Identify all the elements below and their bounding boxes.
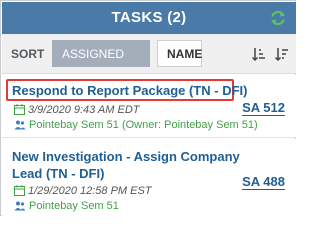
task-date-text: 1/29/2020 12:58 PM EST	[28, 185, 152, 197]
users-icon	[14, 201, 26, 211]
task-owner-text: Pointebay Sem 51 (Owner: Pointebay Sem 5…	[29, 119, 258, 131]
calendar-icon	[14, 185, 25, 196]
task-id-link[interactable]: SA 488	[242, 174, 285, 190]
calendar-icon	[14, 104, 25, 115]
sort-toolbar: SORT ASSIGNED DATE NAME	[2, 34, 296, 88]
task-owner: Pointebay Sem 51	[14, 199, 119, 213]
task-date-text: 3/9/2020 9:43 AM EDT	[28, 104, 140, 116]
refresh-icon[interactable]	[270, 10, 286, 26]
sort-assigned-date-button[interactable]: ASSIGNED DATE	[52, 40, 150, 88]
task-title-link[interactable]: New Investigation - Assign Company Lead …	[12, 148, 242, 182]
task-owner-text: Pointebay Sem 51	[29, 200, 119, 212]
panel-header: TASKS (2)	[2, 2, 296, 34]
task-owner: Pointebay Sem 51 (Owner: Pointebay Sem 5…	[14, 118, 258, 132]
task-item[interactable]: New Investigation - Assign Company Lead …	[2, 139, 296, 216]
sort-label: SORT	[11, 47, 45, 61]
sort-descending-icon[interactable]	[275, 46, 289, 62]
task-item[interactable]: Respond to Report Package (TN - DFI) 3/9…	[2, 75, 296, 138]
task-title-link[interactable]: Respond to Report Package (TN - DFI)	[12, 82, 247, 99]
task-date: 3/9/2020 9:43 AM EDT	[14, 103, 140, 117]
task-id-link[interactable]: SA 512	[242, 100, 285, 116]
panel-title: TASKS (2)	[111, 9, 187, 26]
task-date: 1/29/2020 12:58 PM EST	[14, 184, 152, 198]
tasks-panel: TASKS (2) SORT ASSIGNED DATE NAME	[0, 0, 296, 216]
sort-name-button[interactable]: NAME	[157, 40, 202, 67]
users-icon	[14, 120, 26, 130]
sort-ascending-icon[interactable]	[252, 46, 266, 62]
